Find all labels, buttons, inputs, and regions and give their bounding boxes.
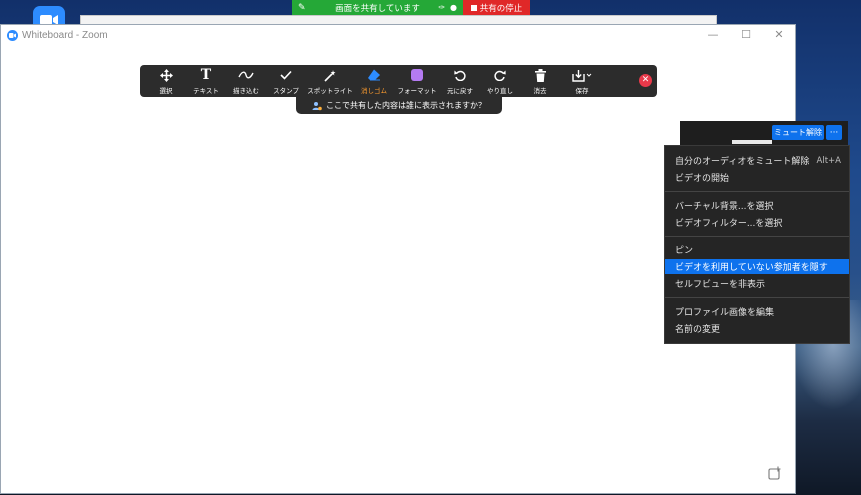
tool-label: 描き込む [233, 86, 259, 95]
tool-save[interactable]: 保存 [560, 65, 604, 97]
video-thumbnail [732, 140, 772, 144]
text-icon: T [200, 67, 212, 83]
menu-item-pin[interactable]: ピン [665, 242, 849, 257]
tool-label: スタンプ [273, 86, 299, 95]
minimize-button[interactable]: — [706, 28, 720, 42]
eraser-icon [367, 68, 381, 83]
screen-sharing-banner: ✎ 画面を共有しています ✑ ● [292, 0, 463, 15]
tool-label: フォーマット [397, 86, 437, 95]
more-options-button[interactable]: ··· [826, 125, 842, 140]
shield-icon[interactable]: ● [450, 3, 457, 12]
tool-label: 元に戻す [447, 86, 473, 95]
close-window-button[interactable]: ✕ [772, 28, 786, 42]
menu-item-label: ピン [675, 246, 694, 256]
menu-item-label: ビデオを利用していない参加者を隠す [675, 263, 828, 273]
window-title: Whiteboard - Zoom [22, 29, 108, 41]
draw-icon [238, 68, 254, 83]
menu-item-label: ビデオの開始 [675, 174, 730, 184]
people-icon [312, 101, 322, 110]
whiteboard-toolbar: 選択 T テキスト 描き込む スタンプ スポットライト 消しゴム フォーマット [140, 65, 657, 97]
menu-item-unmute-audio[interactable]: 自分のオーディオをミュート解除 Alt+A [665, 153, 849, 168]
menu-item-label: ビデオフィルター...を選択 [675, 219, 783, 229]
menu-item-label: セルフビューを非表示 [675, 280, 766, 290]
menu-item-edit-profile-picture[interactable]: プロファイル画像を編集 [665, 304, 849, 319]
spotlight-icon [323, 68, 337, 83]
tool-eraser[interactable]: 消しゴム [354, 65, 394, 97]
tool-select[interactable]: 選択 [146, 65, 186, 97]
menu-item-virtual-background[interactable]: バーチャル背景...を選択 [665, 198, 849, 213]
move-icon [159, 68, 173, 83]
tool-clear[interactable]: 消去 [520, 65, 560, 97]
tool-spotlight[interactable]: スポットライト [306, 65, 354, 97]
tool-label: 消しゴム [361, 86, 387, 95]
video-context-menu: 自分のオーディオをミュート解除 Alt+A ビデオの開始 バーチャル背景...を… [664, 145, 850, 344]
stamp-icon [280, 68, 292, 83]
save-icon [572, 68, 592, 83]
stop-icon [470, 4, 477, 11]
trash-icon [534, 68, 546, 83]
menu-item-label: プロファイル画像を編集 [675, 308, 775, 318]
tool-format[interactable]: フォーマット [394, 65, 440, 97]
menu-item-label: 名前の変更 [675, 325, 721, 335]
window-titlebar: Whiteboard - Zoom [1, 25, 795, 45]
tool-label: 選択 [159, 86, 173, 95]
stop-share-label: 共有の停止 [479, 3, 523, 14]
menu-separator [665, 297, 849, 298]
menu-separator [665, 191, 849, 192]
menu-separator [665, 236, 849, 237]
menu-item-hide-non-video[interactable]: ビデオを利用していない参加者を隠す [665, 259, 849, 274]
tool-stamp[interactable]: スタンプ [266, 65, 306, 97]
tool-label: スポットライト [307, 86, 353, 95]
stop-share-button[interactable]: 共有の停止 [463, 0, 530, 15]
close-toolbar-button[interactable]: ✕ [639, 74, 652, 87]
tool-label: 保存 [575, 86, 589, 95]
tool-label: やり直し [487, 86, 513, 95]
pin-icon: ✎ [298, 2, 306, 13]
menu-item-start-video[interactable]: ビデオの開始 [665, 170, 849, 185]
menu-item-rename[interactable]: 名前の変更 [665, 321, 849, 336]
unmute-button[interactable]: ミュート解除 [772, 125, 824, 140]
maximize-button[interactable]: ☐ [739, 28, 753, 42]
zoom-logo-icon [7, 29, 18, 41]
pin-banner-icon[interactable]: ✑ [438, 3, 445, 12]
sharing-status-text: 画面を共有しています [335, 3, 420, 14]
tool-label: 消去 [533, 86, 547, 95]
menu-item-label: バーチャル背景...を選択 [675, 202, 774, 212]
undo-icon [454, 68, 466, 83]
menu-item-video-filter[interactable]: ビデオフィルター...を選択 [665, 215, 849, 230]
new-whiteboard-icon[interactable] [768, 465, 782, 480]
tool-draw[interactable]: 描き込む [226, 65, 266, 97]
tool-undo[interactable]: 元に戻す [440, 65, 480, 97]
tool-redo[interactable]: やり直し [480, 65, 520, 97]
menu-item-hide-self-view[interactable]: セルフビューを非表示 [665, 276, 849, 291]
share-visibility-text: ここで共有した内容は誰に表示されますか？ [326, 101, 486, 110]
menu-shortcut: Alt+A [816, 155, 841, 166]
menu-item-label: 自分のオーディオをミュート解除 [675, 157, 810, 167]
redo-icon [494, 68, 506, 83]
format-icon [411, 68, 423, 83]
share-visibility-prompt[interactable]: ここで共有した内容は誰に表示されますか？ [296, 97, 502, 114]
tool-label: テキスト [193, 86, 219, 95]
tool-text[interactable]: T テキスト [186, 65, 226, 97]
